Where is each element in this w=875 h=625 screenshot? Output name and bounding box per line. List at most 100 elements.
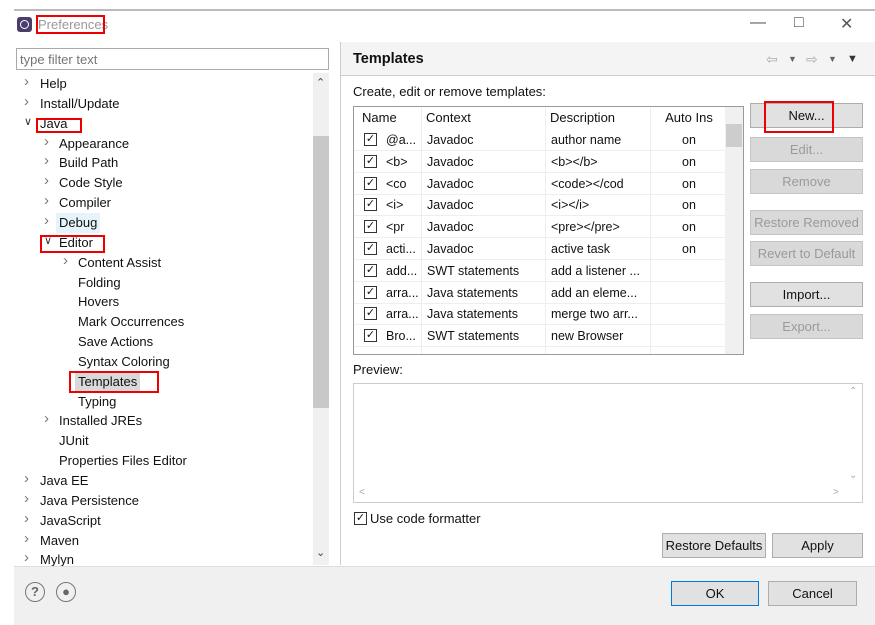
table-cell[interactable]: add...: [386, 260, 422, 282]
chevron-right-icon[interactable]: ›: [24, 549, 29, 566]
export-button[interactable]: Export...: [750, 314, 863, 339]
table-cell[interactable]: <i>: [386, 194, 422, 216]
table-cell[interactable]: Bro...: [386, 325, 422, 347]
tree-item[interactable]: Hovers: [75, 292, 122, 312]
table-cell[interactable]: active task: [551, 238, 648, 260]
preview-area[interactable]: [353, 383, 863, 503]
revert-to-default-button[interactable]: Revert to Default: [750, 241, 863, 266]
filter-input[interactable]: [16, 48, 329, 70]
table-cell[interactable]: @a...: [386, 129, 422, 151]
tree-item[interactable]: Debug: [56, 212, 101, 233]
import-button[interactable]: Import...: [750, 282, 863, 307]
tree-item[interactable]: Folding: [75, 273, 124, 293]
table-cell[interactable]: arra...: [386, 282, 422, 304]
table-cell[interactable]: Java statements: [427, 303, 543, 325]
table-cell[interactable]: Javadoc: [427, 216, 543, 238]
chevron-down-icon[interactable]: ∨: [24, 115, 32, 128]
restore-defaults-button[interactable]: Restore Defaults: [662, 533, 766, 558]
table-cell[interactable]: Javadoc: [427, 151, 543, 173]
template-enabled-checkbox[interactable]: ✓: [364, 307, 377, 321]
tree-item[interactable]: Code Style: [56, 173, 126, 193]
table-cell[interactable]: on: [656, 151, 722, 173]
chevron-right-icon[interactable]: ›: [44, 152, 49, 169]
tree-item[interactable]: Typing: [75, 392, 119, 412]
table-cell[interactable]: arra...: [386, 303, 422, 325]
forward-arrow-icon[interactable]: ⇨: [806, 51, 818, 68]
chevron-right-icon[interactable]: ›: [24, 93, 29, 110]
table-cell[interactable]: SWT statements: [427, 260, 543, 282]
table-cell[interactable]: acti...: [386, 238, 422, 260]
tree-item[interactable]: Save Actions: [75, 332, 156, 352]
tree-item[interactable]: Syntax Coloring: [75, 352, 173, 372]
template-enabled-checkbox[interactable]: ✓: [364, 285, 377, 299]
template-enabled-checkbox[interactable]: ✓: [364, 220, 377, 234]
forward-menu-icon[interactable]: ▼: [828, 54, 837, 64]
table-cell[interactable]: [656, 325, 722, 347]
close-button[interactable]: ✕: [840, 14, 853, 34]
column-header[interactable]: Context: [426, 107, 544, 129]
use-formatter-checkbox[interactable]: ✓: [354, 512, 367, 525]
back-arrow-icon[interactable]: ⇦: [766, 51, 778, 68]
table-scrollbar-thumb[interactable]: [726, 124, 742, 147]
tree-item[interactable]: Installed JREs: [56, 411, 145, 431]
restore-removed-button[interactable]: Restore Removed: [750, 210, 863, 235]
chevron-right-icon[interactable]: ›: [24, 490, 29, 507]
tree-item[interactable]: Appearance: [56, 134, 132, 154]
tree-item[interactable]: Java Persistence: [37, 491, 142, 511]
table-cell[interactable]: on: [656, 194, 722, 216]
chevron-right-icon[interactable]: ›: [24, 470, 29, 487]
table-cell[interactable]: on: [656, 216, 722, 238]
table-cell[interactable]: Javadoc: [427, 194, 543, 216]
view-menu-icon[interactable]: ▼: [847, 53, 858, 65]
table-cell[interactable]: <b>: [386, 151, 422, 173]
tree-item[interactable]: Compiler: [56, 193, 114, 213]
template-enabled-checkbox[interactable]: ✓: [364, 154, 377, 168]
scroll-up-icon[interactable]: ⌃: [849, 386, 857, 397]
preferences-import-icon[interactable]: ●: [56, 582, 76, 602]
table-cell[interactable]: SWT statements: [427, 325, 543, 347]
table-cell[interactable]: new Browser: [551, 325, 648, 347]
remove-button[interactable]: Remove: [750, 169, 863, 194]
template-enabled-checkbox[interactable]: ✓: [364, 198, 377, 212]
table-cell[interactable]: author name: [551, 129, 648, 151]
chevron-right-icon[interactable]: ›: [44, 410, 49, 427]
table-cell[interactable]: merge two arr...: [551, 303, 648, 325]
column-header[interactable]: Description: [550, 107, 649, 129]
tree-item[interactable]: JavaScript: [37, 511, 104, 531]
chevron-right-icon[interactable]: ›: [44, 133, 49, 150]
table-cell[interactable]: <b></b>: [551, 151, 648, 173]
tree-scrollbar-thumb[interactable]: [313, 136, 329, 408]
chevron-right-icon[interactable]: ›: [44, 172, 49, 189]
help-icon[interactable]: ?: [25, 582, 45, 602]
back-menu-icon[interactable]: ▼: [788, 54, 797, 64]
table-cell[interactable]: [656, 282, 722, 304]
table-cell[interactable]: Java statements: [427, 282, 543, 304]
cancel-button[interactable]: Cancel: [768, 581, 857, 606]
tree-item[interactable]: Mark Occurrences: [75, 312, 187, 332]
maximize-button[interactable]: □: [794, 14, 804, 32]
scroll-down-icon[interactable]: ⌄: [316, 546, 325, 559]
sash[interactable]: [340, 42, 341, 565]
template-enabled-checkbox[interactable]: ✓: [364, 242, 377, 255]
scroll-down-icon[interactable]: ⌄: [849, 470, 857, 481]
table-cell[interactable]: [656, 303, 722, 325]
table-cell[interactable]: Javadoc: [427, 129, 543, 151]
table-cell[interactable]: Javadoc: [427, 173, 543, 195]
scroll-right-icon[interactable]: >: [833, 487, 839, 498]
template-enabled-checkbox[interactable]: ✓: [364, 133, 377, 146]
apply-button[interactable]: Apply: [772, 533, 863, 558]
tree-item[interactable]: JUnit: [56, 431, 92, 451]
chevron-right-icon[interactable]: ›: [44, 192, 49, 209]
tree-item[interactable]: Install/Update: [37, 94, 123, 114]
column-header[interactable]: Name: [362, 107, 420, 129]
tree-item[interactable]: Build Path: [56, 153, 121, 173]
chevron-right-icon[interactable]: ›: [24, 73, 29, 90]
tree-item[interactable]: Content Assist: [75, 253, 164, 273]
template-enabled-checkbox[interactable]: ✓: [364, 176, 377, 190]
table-cell[interactable]: <co: [386, 173, 422, 195]
table-cell[interactable]: <pre></pre>: [551, 216, 648, 238]
edit-button[interactable]: Edit...: [750, 137, 863, 162]
table-cell[interactable]: <i></i>: [551, 194, 648, 216]
template-enabled-checkbox[interactable]: ✓: [364, 263, 377, 277]
table-cell[interactable]: [656, 260, 722, 282]
